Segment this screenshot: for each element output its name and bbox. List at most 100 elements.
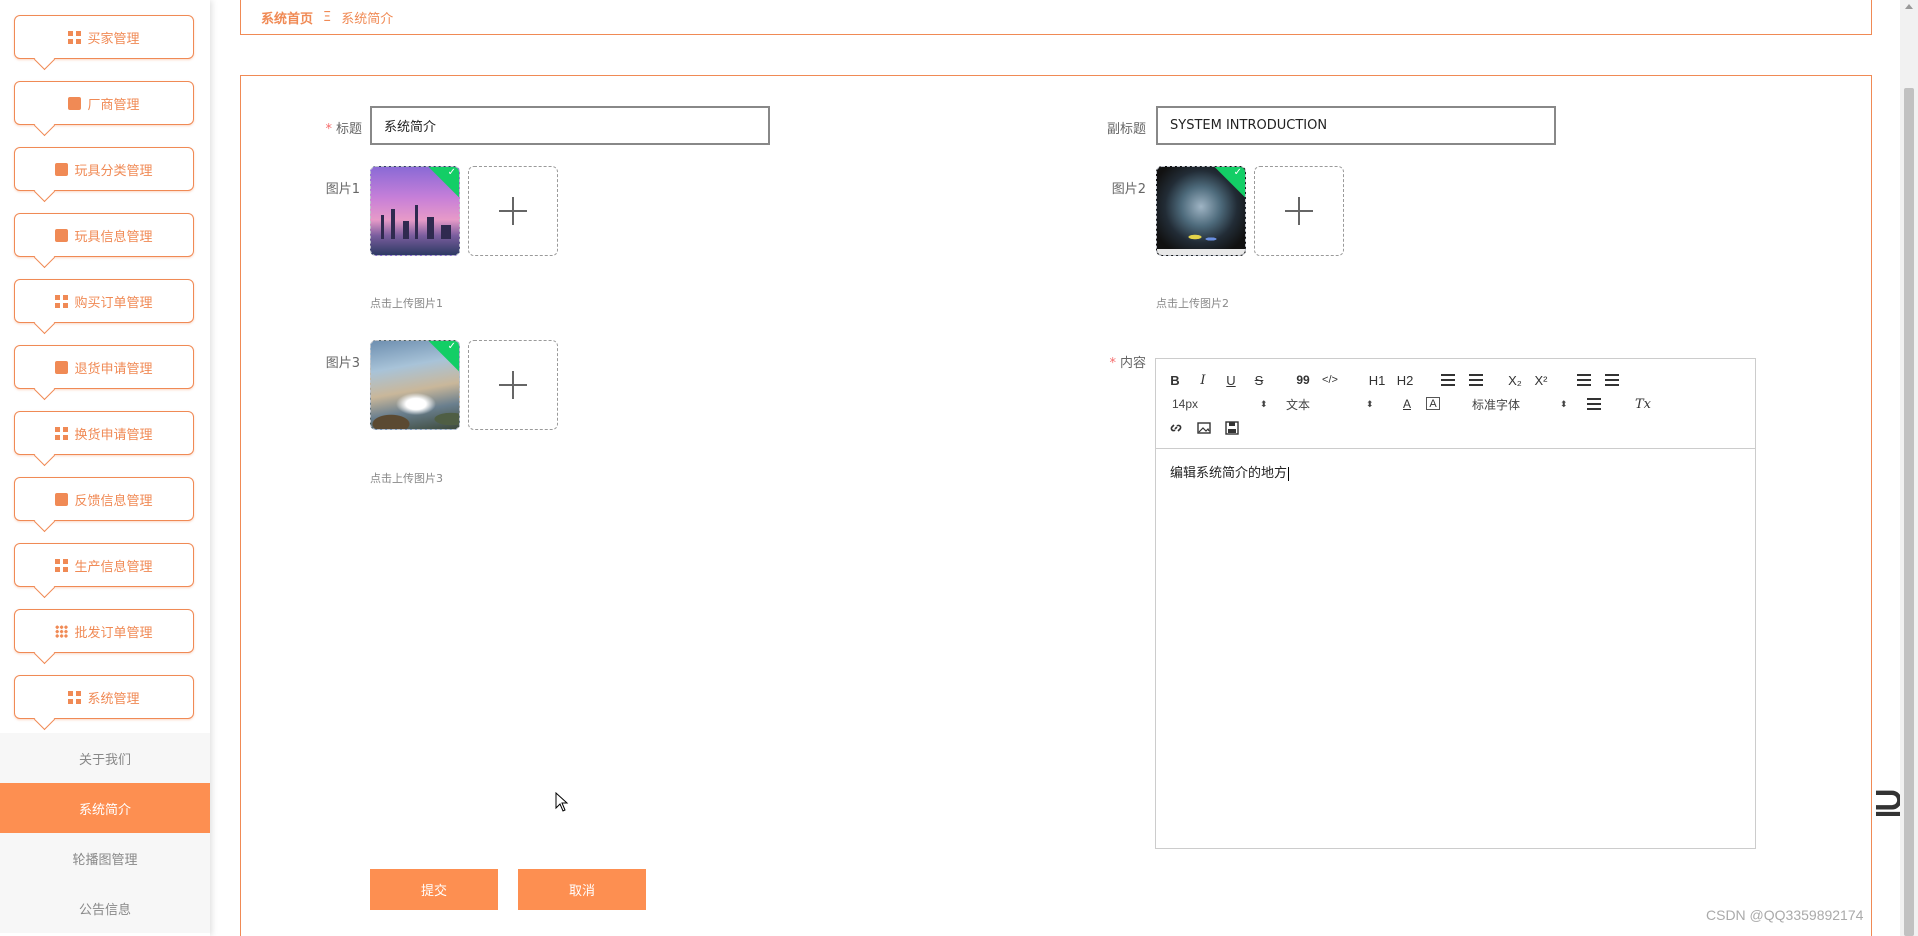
app-root: 买家管理 厂商管理 玩具分类管理 玩具信息管理 购买订单管理 退货申请管理 换货… — [0, 0, 1918, 936]
sidebar-item-system[interactable]: 系统管理 — [14, 675, 194, 719]
align-left-icon[interactable] — [1586, 395, 1602, 413]
required-mark: * — [325, 122, 332, 137]
select-arrows-icon: ⬍ — [1366, 398, 1374, 409]
check-icon: ✓ — [1233, 167, 1242, 178]
h1-button[interactable]: H1 — [1366, 371, 1388, 389]
coast-image — [371, 389, 459, 429]
image2-label: 图片2 — [1111, 182, 1146, 197]
scroll-thumb[interactable] — [1904, 88, 1914, 936]
sidebar-item-feedback[interactable]: 反馈信息管理 — [14, 477, 194, 521]
subtitle-input[interactable]: SYSTEM INTRODUCTION — [1156, 106, 1556, 145]
image3-hint: 点击上传图片3 — [370, 472, 443, 485]
breadcrumb: 系统首页 Ξ 系统简介 — [240, 0, 1872, 35]
heading-select[interactable]: 文本 ⬍ — [1286, 395, 1374, 413]
sidebar-item-production[interactable]: 生产信息管理 — [14, 543, 194, 587]
select-arrows-icon: ⬍ — [1560, 398, 1568, 409]
font-color-button[interactable]: A — [1400, 395, 1414, 413]
image2-thumbnail[interactable]: ✓ — [1156, 166, 1246, 256]
underline-button[interactable]: U — [1224, 371, 1238, 389]
image2-hint: 点击上传图片2 — [1156, 297, 1229, 310]
system-submenu: 关于我们 系统简介 轮播图管理 公告信息 — [0, 733, 210, 933]
sidebar-item-label: 换货申请管理 — [74, 427, 153, 443]
clipboard-icon — [55, 228, 69, 242]
breadcrumb-current: 系统简介 — [341, 11, 394, 27]
thumb-icon — [68, 96, 82, 110]
font-size-select[interactable]: 14px ⬍ — [1172, 395, 1268, 413]
indent-icon[interactable] — [1604, 371, 1620, 389]
image3-upload-button[interactable] — [468, 340, 558, 430]
submenu-item-about[interactable]: 关于我们 — [0, 733, 210, 783]
code-button[interactable]: </> — [1320, 371, 1340, 389]
outdent-icon[interactable] — [1576, 371, 1592, 389]
grid-icon — [68, 30, 82, 44]
cancel-button[interactable]: 取消 — [518, 869, 646, 910]
sidebar-item-manufacturers[interactable]: 厂商管理 — [14, 81, 194, 125]
page-scrollbar[interactable] — [1900, 0, 1918, 936]
bullet-list-icon[interactable] — [1468, 371, 1484, 389]
subscript-button[interactable]: X₂ — [1506, 371, 1524, 389]
city-skyline-image — [371, 205, 459, 239]
watermark: CSDN @QQ3359892174 — [1706, 907, 1864, 923]
grid-icon — [55, 558, 69, 572]
editor-content[interactable]: 编辑系统简介的地方 — [1170, 462, 1290, 481]
sidebar-item-label: 退货申请管理 — [74, 361, 153, 377]
sidebar-item-buyers[interactable]: 买家管理 — [14, 15, 194, 59]
plus-icon — [1285, 197, 1313, 225]
sidebar-item-label: 批发订单管理 — [74, 625, 153, 641]
superscript-button[interactable]: X² — [1532, 371, 1550, 389]
italic-button[interactable]: I — [1196, 371, 1210, 389]
strike-button[interactable]: S — [1252, 371, 1266, 389]
breadcrumb-home[interactable]: 系统首页 — [261, 8, 313, 27]
sidebar-item-label: 玩具信息管理 — [74, 229, 153, 245]
sidebar-item-wholesale[interactable]: 批发订单管理 — [14, 609, 194, 653]
image-icon[interactable] — [1196, 419, 1212, 437]
plus-icon — [499, 371, 527, 399]
sidebar-item-purchase-orders[interactable]: 购买订单管理 — [14, 279, 194, 323]
image1-thumbnail[interactable]: ✓ — [370, 166, 460, 256]
plus-icon — [499, 197, 527, 225]
blockquote-button[interactable]: 99 — [1294, 371, 1312, 389]
submenu-item-notices[interactable]: 公告信息 — [0, 883, 210, 933]
background-color-icon[interactable]: A — [1426, 397, 1440, 410]
chart-icon — [55, 360, 69, 374]
sidebar-item-label: 反馈信息管理 — [74, 493, 153, 509]
sidebar-item-toy-categories[interactable]: 玩具分类管理 — [14, 147, 194, 191]
check-icon: ✓ — [447, 167, 456, 178]
video-icon[interactable] — [1224, 419, 1240, 437]
submit-button[interactable]: 提交 — [370, 869, 498, 910]
grid-icon — [55, 294, 69, 308]
image3-thumbnail[interactable]: ✓ — [370, 340, 460, 430]
subtitle-label: 副标题 — [1106, 122, 1146, 137]
sidebar: 买家管理 厂商管理 玩具分类管理 玩具信息管理 购买订单管理 退货申请管理 换货… — [0, 0, 210, 936]
image1-upload-button[interactable] — [468, 166, 558, 256]
content-label: * 内容 — [1109, 356, 1146, 371]
sidebar-item-label: 购买订单管理 — [74, 295, 153, 311]
image1-label: 图片1 — [325, 182, 360, 197]
submenu-item-carousel[interactable]: 轮播图管理 — [0, 833, 210, 883]
sidebar-item-returns[interactable]: 退货申请管理 — [14, 345, 194, 389]
book-icon — [55, 162, 69, 176]
text-caret — [1288, 466, 1290, 481]
font-family-select[interactable]: 标准字体 ⬍ — [1472, 395, 1568, 413]
sidebar-item-toy-info[interactable]: 玩具信息管理 — [14, 213, 194, 257]
clear-format-button[interactable]: Tx — [1634, 395, 1652, 413]
breadcrumb-separator: Ξ — [323, 9, 332, 25]
select-arrows-icon: ⬍ — [1260, 398, 1268, 409]
image1-hint: 点击上传图片1 — [370, 297, 443, 310]
bold-button[interactable]: B — [1168, 371, 1182, 389]
image2-upload-button[interactable] — [1254, 166, 1344, 256]
h2-button[interactable]: H2 — [1394, 371, 1416, 389]
grid-icon — [55, 426, 69, 440]
submenu-item-system-intro[interactable]: 系统简介 — [0, 783, 210, 833]
title-input[interactable]: 系统简介 — [370, 106, 770, 145]
grid-icon — [68, 690, 82, 704]
ordered-list-icon[interactable] — [1440, 371, 1456, 389]
planet-figures-image — [1157, 227, 1245, 255]
scroll-up-icon[interactable] — [1905, 4, 1913, 9]
link-icon[interactable] — [1168, 419, 1184, 437]
sidebar-item-label: 生产信息管理 — [74, 559, 153, 575]
sidebar-item-exchanges[interactable]: 换货申请管理 — [14, 411, 194, 455]
rich-text-editor: B I U S 99 </> H1 H2 X₂ X² 14px ⬍ 文本 ⬍ A… — [1155, 358, 1756, 849]
check-icon: ✓ — [447, 341, 456, 352]
apps-icon — [55, 624, 69, 638]
